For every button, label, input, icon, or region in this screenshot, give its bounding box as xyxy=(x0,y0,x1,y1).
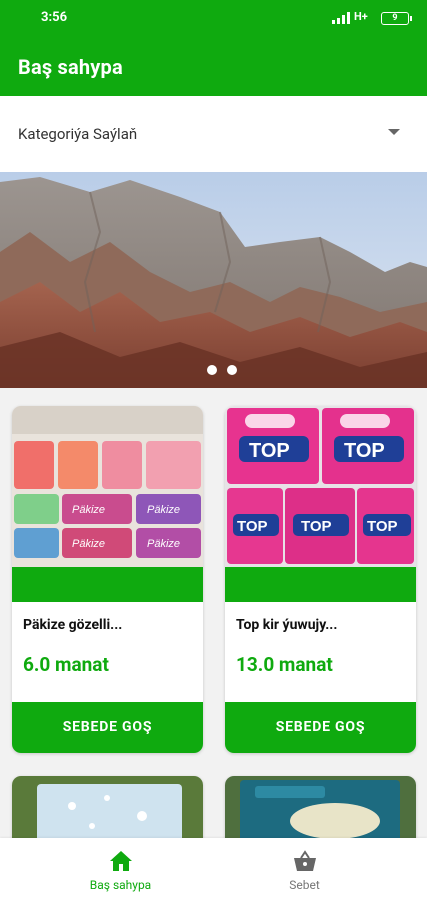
svg-text:TOP: TOP xyxy=(367,518,398,535)
svg-text:Päkize: Päkize xyxy=(147,504,180,516)
basket-icon xyxy=(293,850,316,871)
category-dropdown[interactable]: Kategoriýa Saýlaň xyxy=(0,96,427,172)
nav-item-home[interactable]: Baş sahypa xyxy=(14,838,227,900)
bottom-navigation: Baş sahypa Sebet xyxy=(0,838,427,900)
svg-text:Päkize: Päkize xyxy=(147,538,180,550)
product-image: Päkize Päkize Päkize Päkize xyxy=(12,406,203,567)
screen: 3:56 H+ 9 Baş sahypa Kategoriýa Saýlaň P… xyxy=(0,0,427,900)
svg-text:TOP: TOP xyxy=(301,518,332,535)
nav-item-label: Baş sahypa xyxy=(89,878,152,892)
svg-text:TOP: TOP xyxy=(249,440,290,462)
network-type: H+ xyxy=(354,10,368,23)
home-icon xyxy=(109,851,132,871)
product-image xyxy=(225,776,416,846)
banner-carousel[interactable] xyxy=(0,172,427,388)
carousel-dot[interactable] xyxy=(207,365,217,375)
svg-text:TOP: TOP xyxy=(237,518,268,535)
carousel-dot[interactable] xyxy=(227,365,237,375)
product-name: Top kir ýuwujy... xyxy=(236,617,338,633)
image-footer-strip xyxy=(12,567,203,602)
nav-item-label: Sebet xyxy=(289,878,320,892)
product-card[interactable]: Päkize Päkize Päkize Päkize Päkize gözel… xyxy=(12,406,203,753)
add-to-cart-button[interactable]: SEBEDE GOŞ xyxy=(225,702,416,753)
app-bar: 3:56 H+ 9 Baş sahypa xyxy=(0,0,427,96)
status-bar: 3:56 H+ 9 xyxy=(0,0,427,36)
svg-text:Päkize: Päkize xyxy=(72,538,105,550)
image-footer-strip xyxy=(225,567,416,602)
product-image: TOP TOP TOP TOP TOP xyxy=(225,406,416,567)
nav-item-cart[interactable]: Sebet xyxy=(198,838,411,900)
battery-icon: 9 xyxy=(381,12,412,25)
banner-image xyxy=(0,172,427,388)
product-card[interactable]: TOP TOP TOP TOP TOP Top kir ýuwujy... 13… xyxy=(225,406,416,753)
svg-text:TOP: TOP xyxy=(344,440,385,462)
product-price: 6.0 manat xyxy=(23,653,109,676)
dropdown-arrow-icon xyxy=(388,129,400,135)
page-title: Baş sahypa xyxy=(18,55,123,79)
svg-text:Päkize: Päkize xyxy=(72,504,105,516)
product-price: 13.0 manat xyxy=(236,653,333,676)
signal-icon xyxy=(332,12,350,24)
status-time: 3:56 xyxy=(41,10,68,25)
product-image xyxy=(12,776,203,846)
category-dropdown-label: Kategoriýa Saýlaň xyxy=(18,125,138,143)
add-to-cart-button[interactable]: SEBEDE GOŞ xyxy=(12,702,203,753)
product-name: Päkize gözelli... xyxy=(23,617,123,633)
